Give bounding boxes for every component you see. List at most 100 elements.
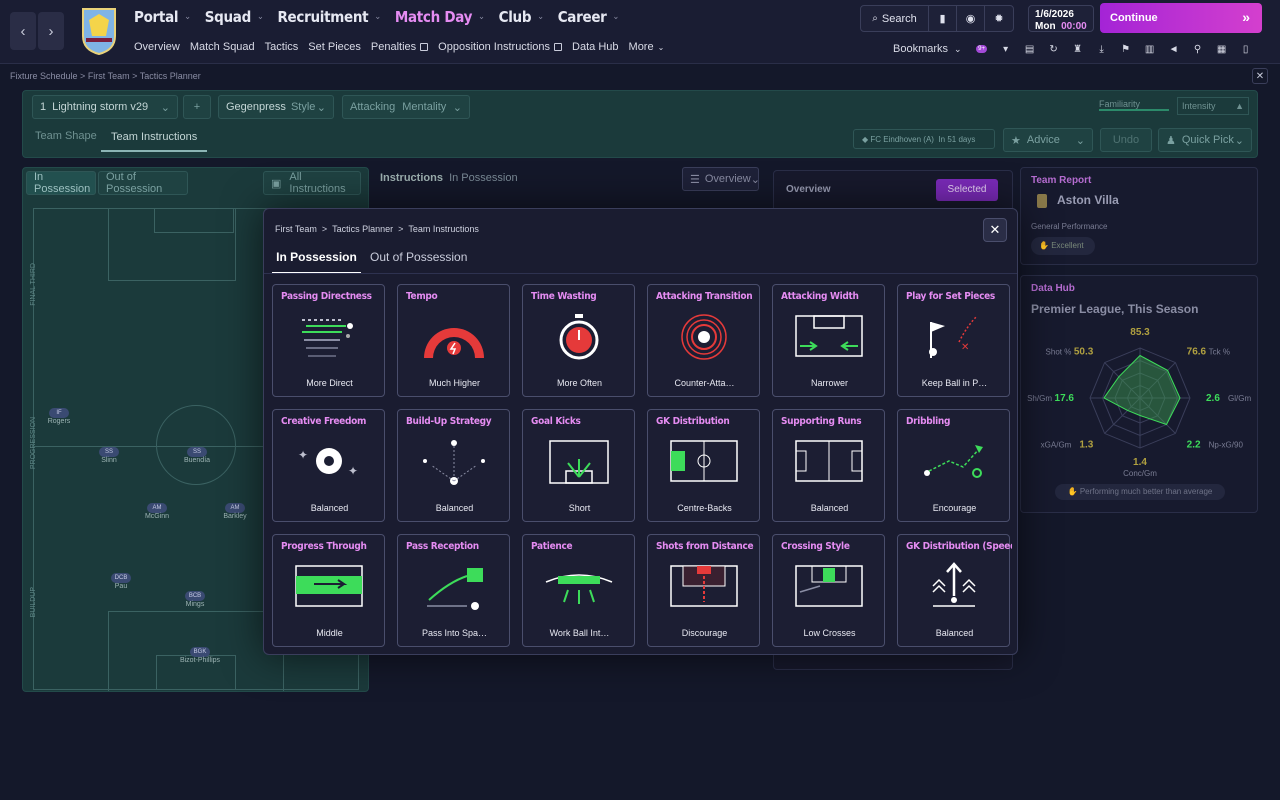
- nav-match-day[interactable]: Match Day ⌄: [395, 8, 485, 26]
- tab-team-shape[interactable]: Team Shape: [35, 130, 97, 142]
- next-opponent[interactable]: ◆ FC Eindhoven (A) In 51 days: [853, 129, 995, 149]
- forward-button[interactable]: ›: [38, 12, 64, 50]
- nav-recruitment[interactable]: Recruitment ⌄: [277, 8, 381, 26]
- document-icon[interactable]: ▥: [1138, 41, 1162, 57]
- instruction-card-creative-freedom[interactable]: Creative Freedom ✦ ✦ Balanced: [272, 409, 385, 522]
- bookmark-icon[interactable]: ▮: [929, 6, 957, 31]
- instruction-card-build-up-strategy[interactable]: Build-Up Strategy Balanced: [397, 409, 510, 522]
- card-title: Play for Set Pieces: [906, 291, 995, 302]
- quick-icons: Bookmarks ⌄ 9+ ▾ ▤ ↻ ♜ ⤓ ⚑ ▥ ◄ ⚲ ▦ ▯: [893, 41, 1258, 57]
- tactic-select[interactable]: 1 Lightning storm v29 ⌄: [32, 95, 178, 119]
- instruction-card-progress-through[interactable]: Progress Through Middle: [272, 534, 385, 647]
- calendar-icon[interactable]: ▦: [1210, 41, 1234, 57]
- nav-portal[interactable]: Portal ⌄: [134, 8, 191, 26]
- club-crest-icon[interactable]: [80, 6, 118, 56]
- modal-crumb-first-team[interactable]: First Team: [275, 224, 317, 234]
- training-icon[interactable]: ⚑: [1114, 41, 1138, 57]
- notifications-icon[interactable]: 9+: [970, 41, 994, 57]
- player-barkley[interactable]: AM Barkley: [210, 503, 260, 520]
- overview-view-dropdown[interactable]: ☰ Overview ⌄: [682, 167, 760, 191]
- subnav-data-hub[interactable]: Data Hub: [572, 41, 618, 53]
- instruction-card-shots-from-distance[interactable]: Shots from Distance Discourage: [647, 534, 760, 647]
- nav-squad[interactable]: Squad ⌄: [205, 8, 264, 26]
- double-chevron-right-icon: »: [1242, 9, 1250, 25]
- modal-tab-in-possession[interactable]: In Possession: [272, 250, 361, 274]
- scout-icon[interactable]: ⚲: [1186, 41, 1210, 57]
- continue-button[interactable]: Continue»: [1100, 3, 1262, 33]
- instruction-card-gk-distribution-speed[interactable]: GK Distribution (Speed) Balanced: [897, 534, 1012, 647]
- subnav-tactics[interactable]: Tactics: [265, 41, 299, 53]
- instruction-card-tempo[interactable]: Tempo Much Higher: [397, 284, 510, 397]
- instruction-card-play-for-set-pieces[interactable]: Play for Set Pieces ✕ Keep Ball in P…: [897, 284, 1010, 397]
- all-instructions-button[interactable]: ▣ All Instructions: [263, 171, 361, 195]
- back-button[interactable]: ‹: [10, 12, 36, 50]
- instruction-card-patience[interactable]: Patience Work Ball Int…: [522, 534, 635, 647]
- instruction-card-time-wasting[interactable]: Time Wasting More Often: [522, 284, 635, 397]
- tab-team-instructions[interactable]: Team Instructions: [101, 131, 208, 152]
- instruction-card-supporting-runs[interactable]: Supporting Runs Balanced: [772, 409, 885, 522]
- subnav-more[interactable]: More ⌄: [629, 41, 665, 53]
- subnav-opposition-instructions[interactable]: Opposition Instructions: [438, 41, 563, 53]
- trophy-icon[interactable]: ♜: [1066, 41, 1090, 57]
- chevron-down-icon[interactable]: ⌄: [954, 44, 962, 55]
- download-icon[interactable]: ⤓: [1090, 41, 1114, 57]
- subnav-set-pieces[interactable]: Set Pieces: [308, 41, 361, 53]
- instruction-card-attacking-width[interactable]: Attacking Width Narrower: [772, 284, 885, 397]
- modal-tab-out-of-possession[interactable]: Out of Possession: [370, 250, 467, 264]
- card-value: Work Ball Int…: [549, 628, 610, 638]
- team-name: Aston Villa: [1057, 193, 1119, 207]
- instruction-card-gk-distribution[interactable]: GK Distribution Centre-Backs: [647, 409, 760, 522]
- tab-pitch-out-of-possession[interactable]: Out of Possession: [98, 171, 188, 195]
- settings-gear-icon[interactable]: ✹: [985, 6, 1013, 31]
- data-hub-panel: Data Hub Premier League, This Season Pas…: [1020, 275, 1258, 513]
- player-mcginn[interactable]: AM McGinn: [132, 503, 182, 520]
- top-bar: ‹ › Portal ⌄ Squad ⌄ Recruitment ⌄ Match Da…: [0, 0, 1280, 64]
- crumb-fixture-schedule[interactable]: Fixture Schedule: [10, 71, 78, 81]
- team-report-panel: Team Report Aston Villa General Performa…: [1020, 167, 1258, 265]
- modal-crumb-tactics-planner[interactable]: Tactics Planner: [332, 224, 393, 234]
- search-button[interactable]: ⌕ Search: [861, 6, 929, 31]
- breadcrumb: Fixture Schedule > First Team > Tactics …: [10, 71, 201, 81]
- player-buendia[interactable]: SS Buendía: [172, 447, 222, 464]
- card-title: Tempo: [406, 291, 438, 302]
- add-tactic-button[interactable]: +: [183, 95, 211, 119]
- kit-icon[interactable]: ▾: [994, 41, 1018, 57]
- subnav-match-squad[interactable]: Match Squad: [190, 41, 255, 53]
- news-icon[interactable]: ▤: [1018, 41, 1042, 57]
- modal-close-icon[interactable]: ✕: [983, 218, 1007, 242]
- nav-career[interactable]: Career ⌄: [558, 8, 620, 26]
- instruction-card-passing-directness[interactable]: Passing Directness More Direct: [272, 284, 385, 397]
- undo-button[interactable]: Undo: [1100, 128, 1152, 152]
- card-title: Attacking Transition: [656, 291, 753, 302]
- selected-button[interactable]: Selected: [936, 179, 998, 201]
- instruction-card-dribbling[interactable]: Dribbling Encourage: [897, 409, 1010, 522]
- instruction-card-attacking-transition[interactable]: Attacking Transition Counter-Atta…: [647, 284, 760, 397]
- player-rogers[interactable]: IF Rogers: [34, 408, 84, 425]
- globe-icon[interactable]: ◉: [957, 6, 985, 31]
- mentality-select[interactable]: Attacking Mentality ⌄: [342, 95, 470, 119]
- style-select[interactable]: Gegenpress Style ⌄: [218, 95, 334, 119]
- crumb-tactics-planner[interactable]: Tactics Planner: [140, 71, 201, 81]
- bookmarks-dropdown[interactable]: Bookmarks: [893, 43, 948, 55]
- radar-stat-value: 17.6: [1055, 393, 1075, 404]
- phone-icon[interactable]: ▯: [1234, 41, 1258, 57]
- refresh-icon[interactable]: ↻: [1042, 41, 1066, 57]
- subnav-overview[interactable]: Overview: [134, 41, 180, 53]
- tab-pitch-in-possession[interactable]: In Possession: [26, 171, 96, 195]
- player-pau[interactable]: DCB Pau: [96, 573, 146, 590]
- megaphone-icon[interactable]: ◄: [1162, 41, 1186, 57]
- close-icon[interactable]: ✕: [1252, 68, 1268, 84]
- instruction-card-goal-kicks[interactable]: Goal Kicks Short: [522, 409, 635, 522]
- external-link-icon: [554, 43, 563, 51]
- instruction-card-pass-reception[interactable]: Pass Reception Pass Into Spa…: [397, 534, 510, 647]
- instruction-card-crossing-style[interactable]: Crossing Style Low Crosses: [772, 534, 885, 647]
- nav-club[interactable]: Club ⌄: [499, 8, 544, 26]
- player-slinn[interactable]: SS Slinn: [84, 447, 134, 464]
- player-bizot-phillips[interactable]: BGK Bizot-Phillips: [170, 647, 230, 664]
- player-mings[interactable]: BCB Mings: [170, 591, 220, 608]
- advice-dropdown[interactable]: ★ Advice ⌄: [1003, 128, 1093, 152]
- card-title: Shots from Distance: [656, 541, 754, 552]
- quick-pick-dropdown[interactable]: ♟ Quick Pick ⌄: [1158, 128, 1252, 152]
- crumb-first-team[interactable]: First Team: [88, 71, 130, 81]
- subnav-penalties[interactable]: Penalties: [371, 41, 429, 53]
